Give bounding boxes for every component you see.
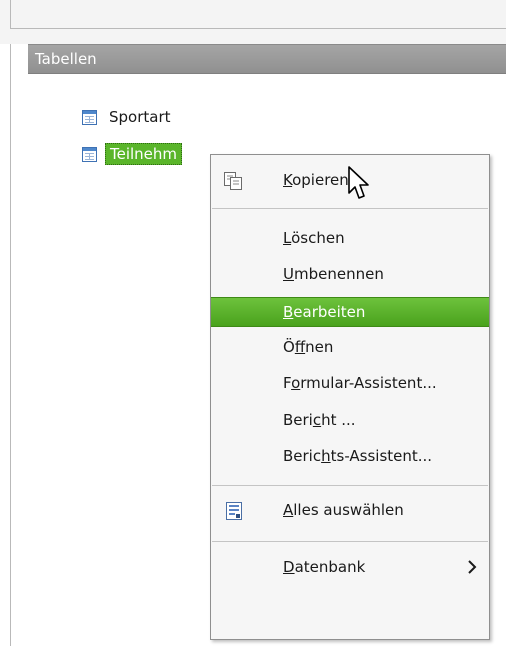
top-divider-horizontal	[10, 28, 506, 29]
context-menu: Kopieren Löschen Umbenennen Bearbeiten Ö…	[210, 154, 490, 640]
menu-label: Berichts-Assistent...	[283, 447, 433, 465]
menu-item-form-wizard[interactable]: Formular-Assistent...	[211, 368, 489, 398]
table-label-selected: Teilnehm	[105, 143, 183, 165]
table-item-teilnehmer[interactable]: Teilnehm	[82, 142, 183, 166]
menu-separator	[212, 541, 488, 542]
menu-label: Umbenennen	[283, 265, 384, 283]
menu-separator	[212, 208, 488, 209]
menu-label: Bearbeiten	[283, 303, 366, 321]
menu-item-edit[interactable]: Bearbeiten	[211, 297, 489, 327]
menu-label: Löschen	[283, 229, 345, 247]
tables-panel-header[interactable]: Tabellen	[28, 44, 506, 74]
menu-label: Bericht ...	[283, 411, 356, 429]
chevron-right-icon	[468, 560, 477, 574]
menu-label: Alles auswählen	[283, 501, 404, 519]
menu-item-open[interactable]: Öffnen	[211, 332, 489, 362]
menu-label: Öffnen	[283, 338, 334, 356]
menu-item-report-wizard[interactable]: Berichts-Assistent...	[211, 441, 489, 471]
table-icon	[82, 109, 97, 125]
menu-item-delete[interactable]: Löschen	[211, 223, 489, 253]
table-item-sportart[interactable]: Sportart	[82, 105, 171, 129]
mouse-cursor-icon	[348, 166, 369, 199]
menu-item-select-all[interactable]: Alles auswählen	[211, 495, 489, 525]
panel-title: Tabellen	[35, 50, 97, 68]
table-icon	[82, 146, 97, 162]
menu-item-rename[interactable]: Umbenennen	[211, 259, 489, 289]
menu-label: Datenbank	[283, 558, 366, 576]
menu-label: Formular-Assistent...	[283, 374, 437, 392]
top-divider-vertical	[10, 0, 11, 28]
left-border	[10, 44, 11, 646]
menu-separator	[212, 485, 488, 486]
select-all-icon	[226, 502, 242, 520]
menu-item-report[interactable]: Bericht ...	[211, 405, 489, 435]
copy-icon	[224, 172, 242, 190]
table-label: Sportart	[109, 108, 171, 126]
menu-label: Kopieren	[283, 171, 349, 189]
top-area	[0, 0, 506, 44]
menu-item-database[interactable]: Datenbank	[211, 552, 489, 582]
